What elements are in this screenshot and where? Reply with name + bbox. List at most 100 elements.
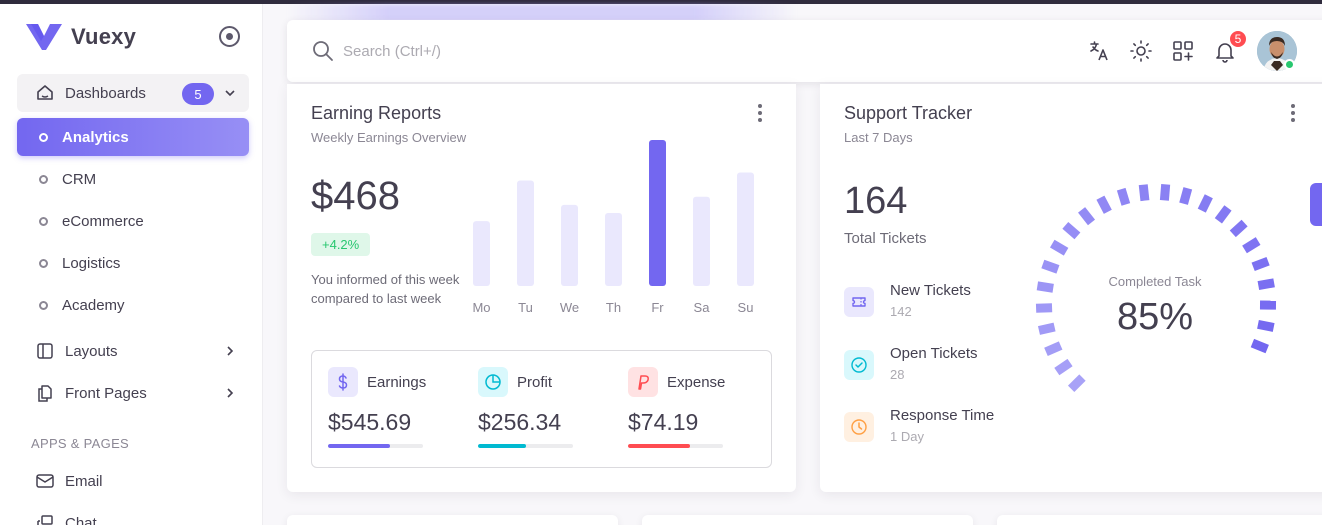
next-row-card (997, 515, 1322, 525)
gauge-segment (1096, 195, 1112, 214)
bar-Tu (517, 180, 534, 286)
brand[interactable]: Vuexy (26, 22, 136, 52)
gauge-segment (1044, 341, 1063, 357)
chevron-right-icon (227, 388, 234, 398)
x-tick-label: We (560, 300, 579, 315)
vuexy-logo-icon (26, 24, 62, 50)
gauge-segment (1054, 358, 1073, 376)
sidebar-item-label: Layouts (65, 342, 118, 360)
bar-Su (737, 172, 754, 286)
earning-reports-card: Earning Reports Weekly Earnings Overview… (287, 84, 796, 492)
gauge-segment (1037, 322, 1056, 335)
chevron-right-icon (227, 346, 234, 356)
sidebar-item-crm[interactable]: CRM (17, 160, 249, 198)
next-row-card (642, 515, 973, 525)
stat-expense: Expense $74.19 (628, 367, 768, 448)
support-row-value: 28 (890, 367, 905, 382)
card-title: Support Tracker (844, 103, 973, 123)
x-tick-label: Sa (694, 300, 711, 315)
completed-task-gauge (1035, 184, 1277, 393)
total-tickets-label: Total Tickets (844, 230, 927, 247)
card-title: Earning Reports (311, 103, 442, 123)
gauge-segment (1257, 319, 1275, 332)
sidebar-item-layouts[interactable]: Layouts (17, 332, 249, 370)
gauge-segment (1035, 303, 1053, 313)
more-options-icon[interactable] (757, 104, 763, 124)
stat-value: $545.69 (328, 409, 412, 435)
sidebar: Vuexy Dashboards 5 Analytics CRM eCommer… (0, 4, 263, 525)
stat-progress-bar (478, 444, 573, 448)
home-icon (37, 85, 53, 100)
sidebar-item-label: Chat (65, 514, 97, 525)
sidebar-item-front-pages[interactable]: Front Pages (17, 374, 249, 412)
files-icon (38, 385, 52, 402)
section-header-apps-pages: APPS & PAGES (31, 436, 130, 451)
x-tick-label: Su (738, 300, 754, 315)
gauge-segment (1067, 374, 1086, 393)
support-row-value: 142 (890, 304, 912, 319)
x-tick-label: Mo (473, 300, 491, 315)
sun-icon[interactable] (1129, 39, 1153, 63)
layout-icon (37, 343, 53, 359)
total-tickets-value: 164 (844, 180, 908, 222)
sidebar-item-label: Analytics (62, 128, 129, 146)
stat-progress-bar (328, 444, 423, 448)
clock-icon (844, 412, 874, 442)
sidebar-item-chat[interactable]: Chat (17, 504, 249, 525)
sidebar-item-label: Email (65, 472, 103, 490)
gauge-segment (1250, 338, 1269, 354)
sidebar-item-label: Dashboards (65, 84, 146, 102)
sidebar-item-academy[interactable]: Academy (17, 286, 249, 324)
gauge-segment (1242, 237, 1261, 254)
earning-stats-box: Earnings $545.69 Profit $256.34 Expense (311, 350, 772, 468)
gauge-segment (1116, 187, 1131, 206)
brand-name: Vuexy (71, 24, 137, 49)
gauge-segment (1062, 221, 1081, 240)
more-options-icon[interactable] (1290, 104, 1296, 124)
card-subtitle: Weekly Earnings Overview (311, 130, 467, 145)
support-row-title: Open Tickets (890, 345, 978, 362)
search-icon[interactable] (311, 39, 335, 63)
bullet-icon (39, 300, 48, 310)
sidebar-item-dashboards[interactable]: Dashboards 5 (17, 74, 249, 112)
gauge-segment (1251, 256, 1270, 272)
sidebar-item-analytics[interactable]: Analytics (17, 118, 249, 156)
gauge-segment (1050, 239, 1069, 256)
bar-Fr (649, 140, 666, 286)
sidebar-item-email[interactable]: Email (17, 462, 249, 500)
translate-icon[interactable] (1087, 39, 1111, 63)
sidebar-item-logistics[interactable]: Logistics (17, 244, 249, 282)
gauge-value: 85% (1116, 296, 1194, 338)
chevron-down-icon (225, 90, 235, 97)
sidebar-item-ecommerce[interactable]: eCommerce (17, 202, 249, 240)
stat-label: Profit (517, 373, 553, 391)
shortcuts-icon[interactable] (1171, 39, 1195, 63)
bullet-icon (39, 216, 48, 226)
ticket-icon (844, 287, 874, 317)
support-row-title: New Tickets (890, 282, 971, 299)
gauge-segment (1179, 187, 1193, 205)
earning-amount: $468 (311, 174, 400, 218)
card-subtitle: Last 7 Days (844, 130, 913, 145)
stat-progress-fill (628, 444, 690, 448)
x-tick-label: Fr (651, 300, 664, 315)
next-row-card (287, 515, 618, 525)
x-tick-label: Tu (518, 300, 533, 315)
gauge-segment (1138, 184, 1150, 202)
dollar-icon (328, 367, 358, 397)
bullet-icon (39, 132, 48, 142)
dashboards-count-badge: 5 (182, 83, 214, 105)
gauge-segment (1159, 184, 1171, 201)
bullet-icon (39, 174, 48, 184)
sidebar-item-label: Academy (62, 296, 125, 314)
gauge-segment (1214, 205, 1232, 224)
online-status-dot (1284, 59, 1295, 70)
gauge-segment (1197, 194, 1213, 213)
bar-Sa (693, 196, 710, 286)
sidebar-toggle-icon[interactable] (219, 26, 240, 47)
support-row-value: 1 Day (890, 429, 924, 444)
support-row-title: Response Time (890, 407, 995, 424)
search-input[interactable] (343, 39, 743, 63)
customizer-toggle-button[interactable] (1310, 183, 1322, 226)
gauge-label: Completed Task (1108, 274, 1202, 289)
